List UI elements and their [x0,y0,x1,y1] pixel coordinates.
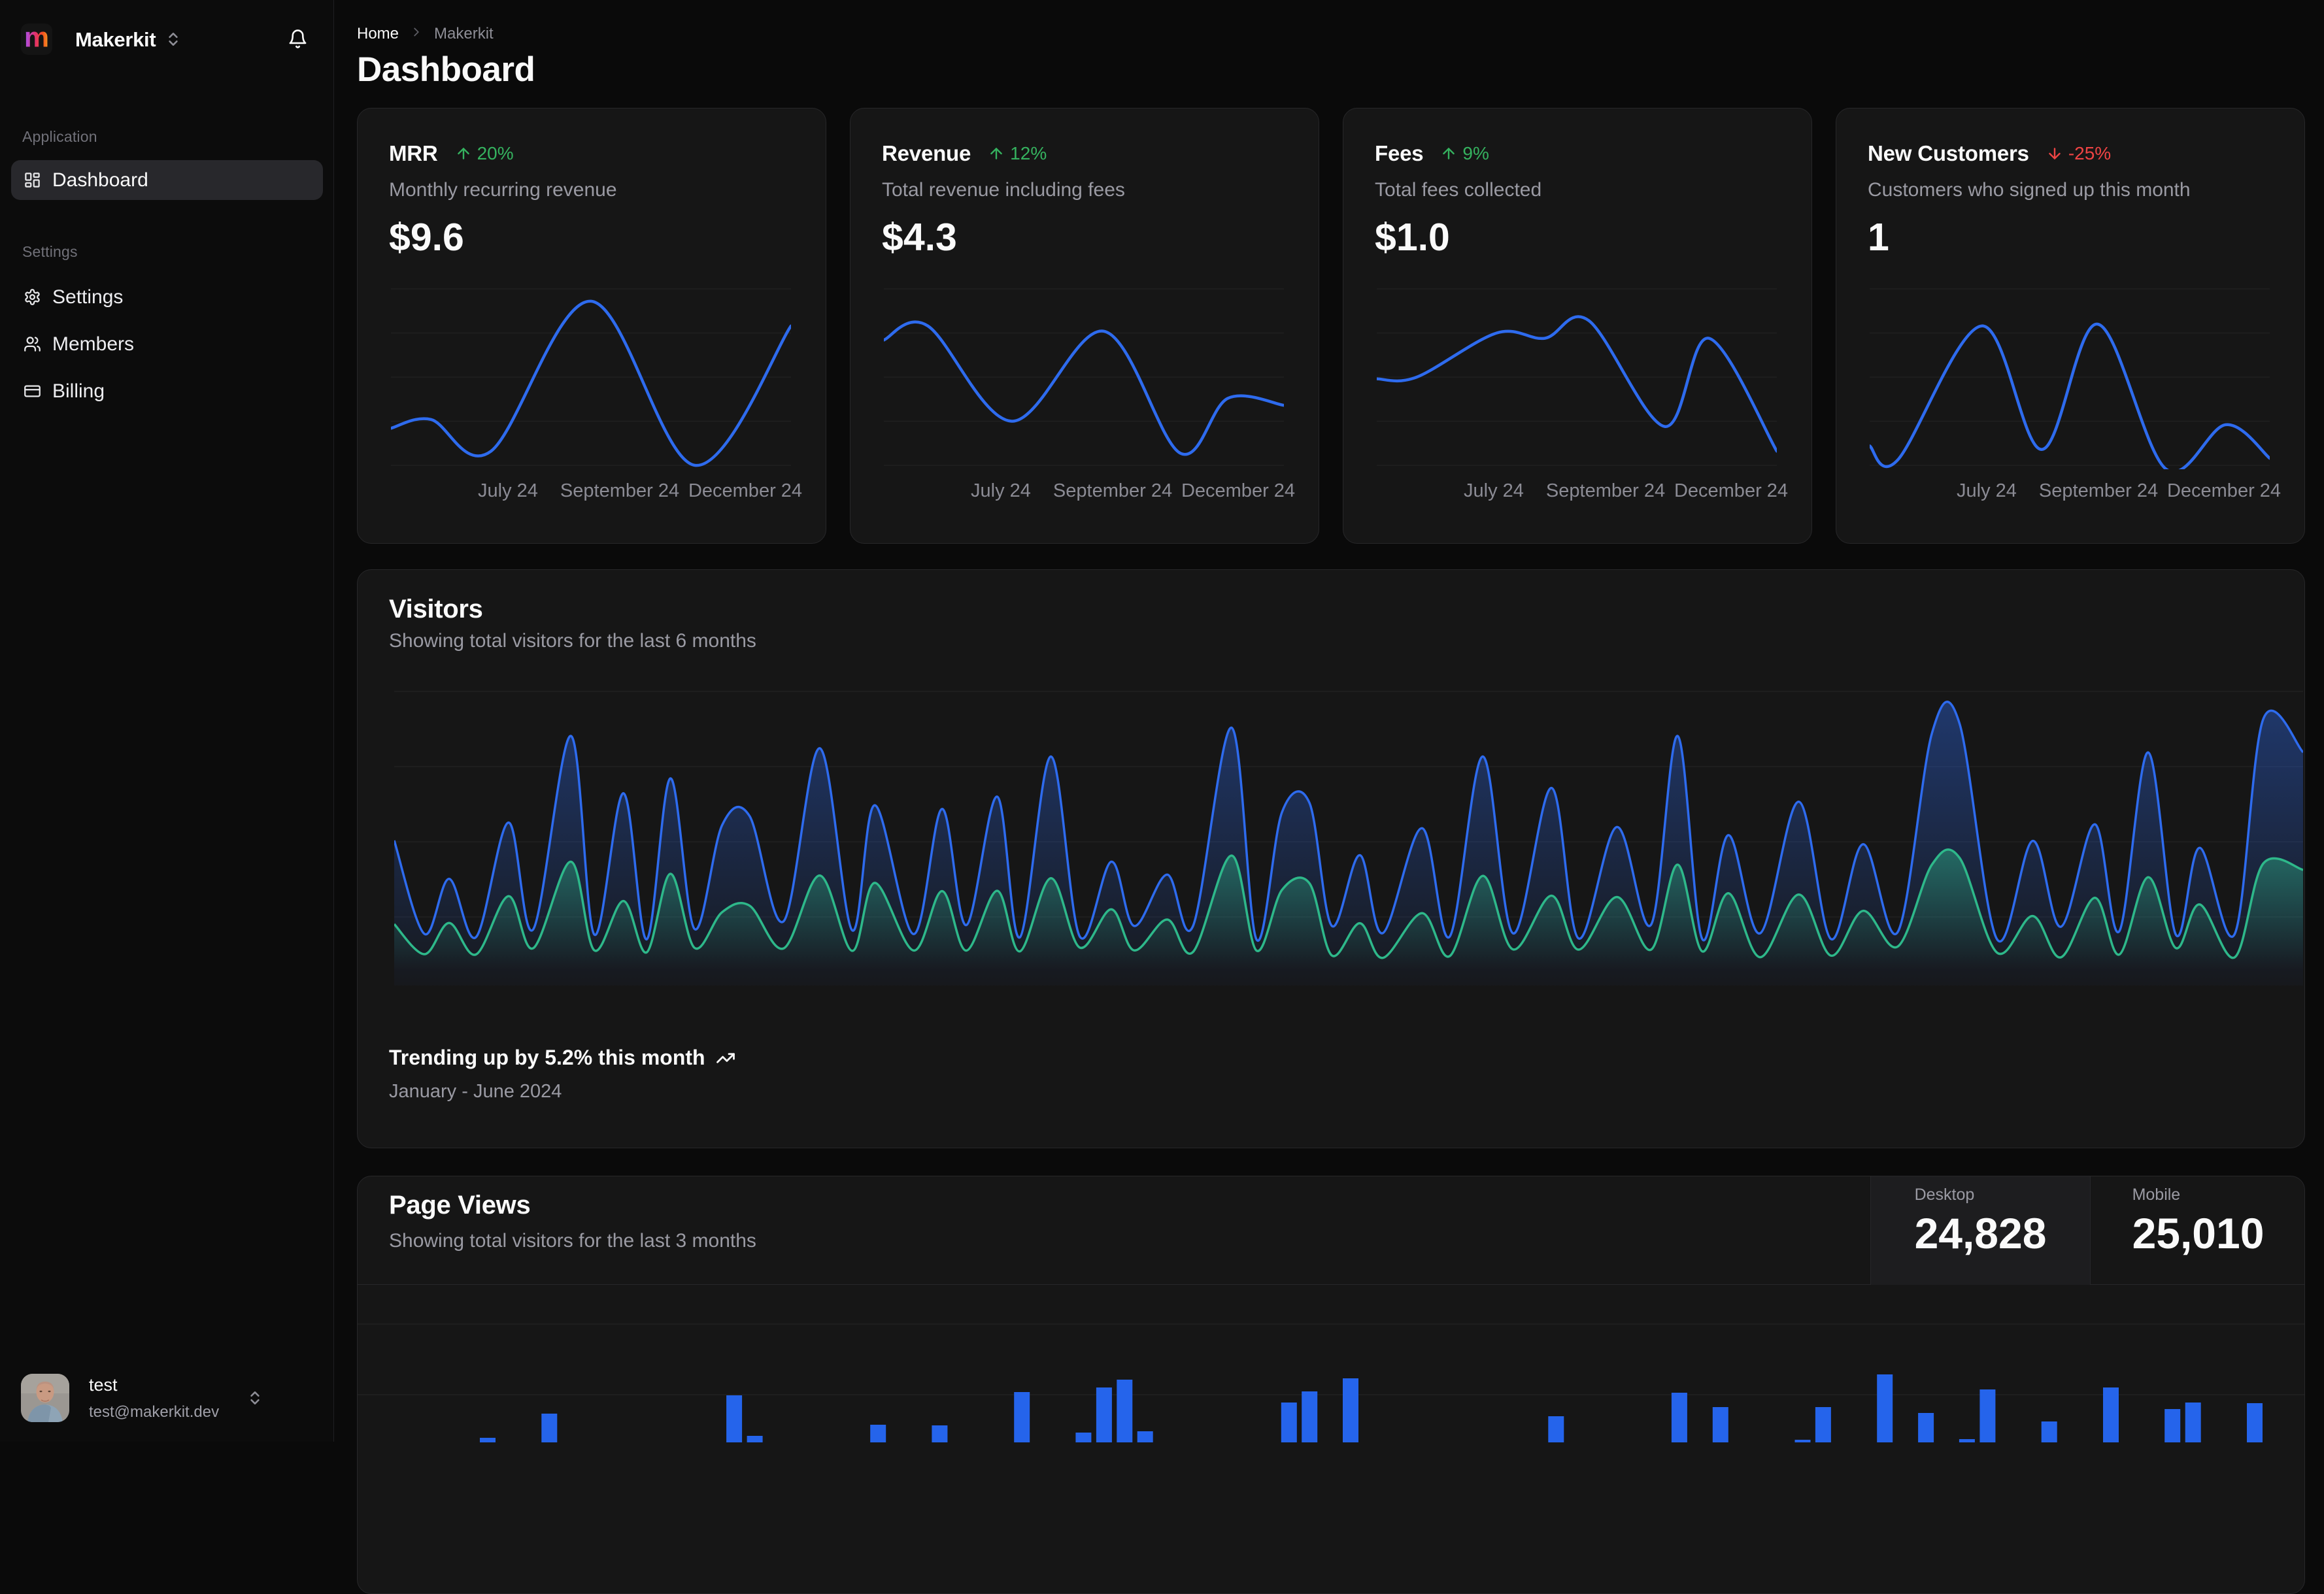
svg-text:m: m [24,24,49,54]
